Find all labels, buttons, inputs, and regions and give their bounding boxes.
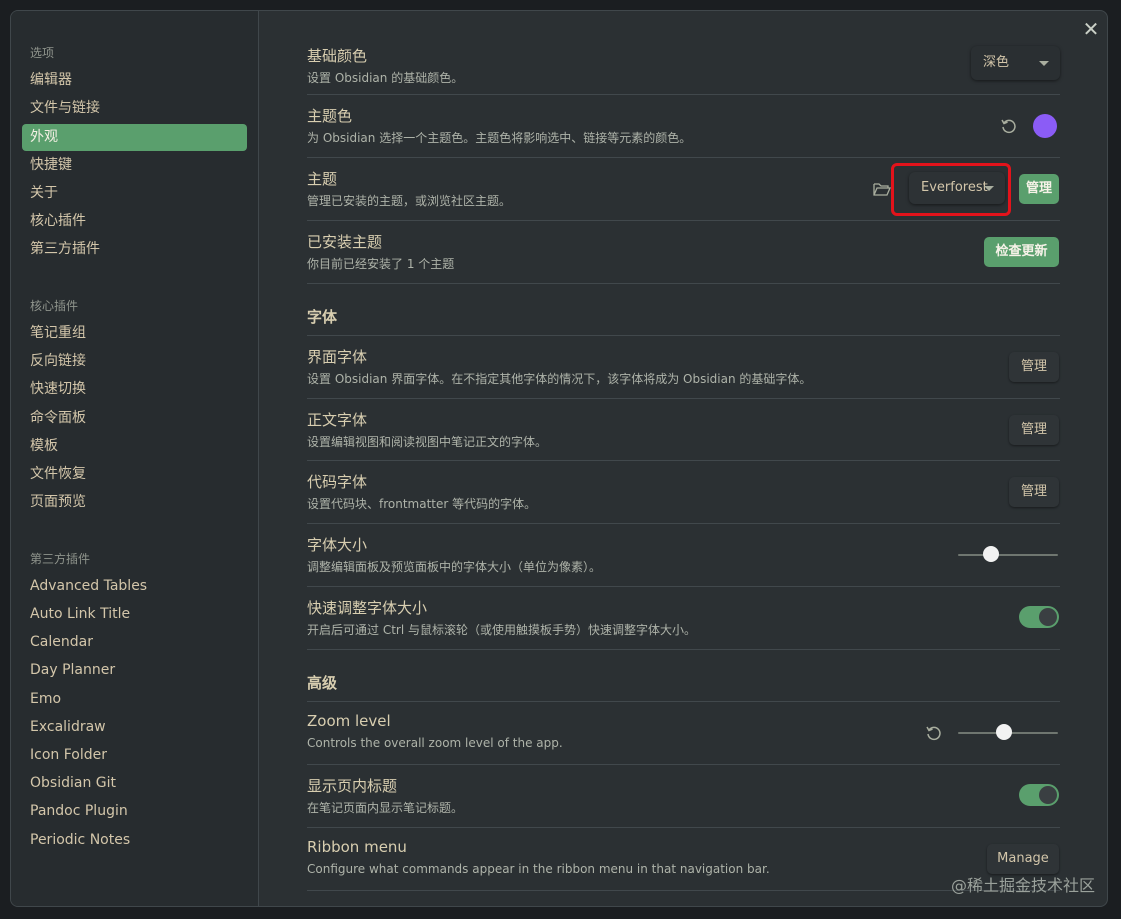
setting-interface-font: 界面字体 设置 Obsidian 界面字体。在不指定其他字体的情况下，该字体将成… bbox=[307, 336, 1060, 399]
close-icon[interactable]: ✕ bbox=[1081, 19, 1101, 39]
setting-desc: 调整编辑面板及预览面板中的字体大小（单位为像素）。 bbox=[307, 560, 602, 574]
sidebar-item-pandoc-plugin[interactable]: Pandoc Plugin bbox=[22, 798, 247, 825]
setting-title: 已安装主题 bbox=[307, 233, 383, 251]
setting-title: 基础颜色 bbox=[307, 47, 368, 65]
sidebar-item-page-preview[interactable]: 页面预览 bbox=[22, 489, 247, 516]
sidebar-item-note-composer[interactable]: 笔记重组 bbox=[22, 320, 247, 347]
sidebar-group-options: 选项 bbox=[30, 46, 55, 60]
setting-desc: 设置代码块、frontmatter 等代码的字体。 bbox=[307, 497, 537, 511]
setting-desc: 为 Obsidian 选择一个主题色。主题色将影响选中、链接等元素的颜色。 bbox=[307, 131, 692, 145]
setting-code-font: 代码字体 设置代码块、frontmatter 等代码的字体。 管理 bbox=[307, 461, 1060, 524]
sidebar-item-appearance[interactable]: 外观 bbox=[22, 124, 247, 151]
setting-installed-themes: 已安装主题 你目前已经安装了 1 个主题 检查更新 bbox=[307, 221, 1060, 284]
chevron-down-icon bbox=[1039, 61, 1049, 66]
manage-code-font-button[interactable]: 管理 bbox=[1009, 477, 1059, 507]
setting-title: 界面字体 bbox=[307, 348, 368, 366]
manage-ribbon-button[interactable]: Manage bbox=[987, 844, 1059, 874]
setting-quick-font-size: 快速调整字体大小 开启后可通过 Ctrl 与鼠标滚轮（或使用触摸板手势）快速调整… bbox=[307, 587, 1060, 650]
setting-font-size: 字体大小 调整编辑面板及预览面板中的字体大小（单位为像素）。 bbox=[307, 524, 1060, 587]
sidebar-item-editor[interactable]: 编辑器 bbox=[22, 67, 247, 94]
sidebar-item-emo[interactable]: Emo bbox=[22, 686, 247, 713]
sidebar-item-quick-switcher[interactable]: 快速切换 bbox=[22, 376, 247, 403]
setting-ribbon-menu: Ribbon menu Configure what commands appe… bbox=[307, 828, 1060, 891]
sidebar-item-obsidian-git[interactable]: Obsidian Git bbox=[22, 770, 247, 797]
manage-interface-font-button[interactable]: 管理 bbox=[1009, 352, 1059, 382]
manage-text-font-button[interactable]: 管理 bbox=[1009, 415, 1059, 445]
quick-font-size-toggle[interactable] bbox=[1019, 606, 1059, 628]
accent-color-swatch[interactable] bbox=[1033, 114, 1057, 138]
setting-title: 字体大小 bbox=[307, 536, 368, 554]
section-title-advanced: 高级 bbox=[307, 674, 338, 692]
sidebar-item-file-recovery[interactable]: 文件恢复 bbox=[22, 461, 247, 488]
reset-icon[interactable] bbox=[925, 724, 943, 742]
sidebar-item-backlinks[interactable]: 反向链接 bbox=[22, 348, 247, 375]
sidebar-item-auto-link-title[interactable]: Auto Link Title bbox=[22, 601, 247, 628]
setting-title: 主题 bbox=[307, 170, 338, 188]
settings-sidebar: 选项 编辑器 文件与链接 外观 快捷键 关于 核心插件 第三方插件 核心插件 笔… bbox=[11, 11, 259, 906]
sidebar-item-command-palette[interactable]: 命令面板 bbox=[22, 405, 247, 432]
setting-title: 正文字体 bbox=[307, 411, 368, 429]
font-size-slider[interactable] bbox=[958, 554, 1058, 556]
setting-desc: 设置 Obsidian 界面字体。在不指定其他字体的情况下，该字体将成为 Obs… bbox=[307, 372, 812, 386]
setting-desc: Configure what commands appear in the ri… bbox=[307, 862, 770, 876]
setting-accent-color: 主题色 为 Obsidian 选择一个主题色。主题色将影响选中、链接等元素的颜色… bbox=[307, 95, 1060, 158]
sidebar-item-files-links[interactable]: 文件与链接 bbox=[22, 95, 247, 122]
reset-icon[interactable] bbox=[1000, 117, 1018, 135]
sidebar-item-templates[interactable]: 模板 bbox=[22, 433, 247, 460]
setting-title: 代码字体 bbox=[307, 473, 368, 491]
settings-modal: 选项 编辑器 文件与链接 外观 快捷键 关于 核心插件 第三方插件 核心插件 笔… bbox=[10, 10, 1108, 907]
sidebar-item-core-plugins[interactable]: 核心插件 bbox=[22, 208, 247, 235]
highlight-annotation bbox=[891, 163, 1011, 216]
setting-desc: 设置编辑视图和阅读视图中笔记正文的字体。 bbox=[307, 435, 548, 449]
setting-title: Zoom level bbox=[307, 712, 391, 730]
setting-inline-title: 显示页内标题 在笔记页面内显示笔记标题。 bbox=[307, 765, 1060, 828]
base-color-value: 深色 bbox=[983, 55, 1010, 70]
zoom-level-slider-handle[interactable] bbox=[996, 724, 1012, 740]
setting-desc: 设置 Obsidian 的基础颜色。 bbox=[307, 71, 464, 85]
setting-desc: Controls the overall zoom level of the a… bbox=[307, 736, 563, 750]
setting-desc: 在笔记页面内显示笔记标题。 bbox=[307, 801, 464, 815]
settings-content: 基础颜色 设置 Obsidian 的基础颜色。 深色 主题色 为 Obsidia… bbox=[307, 11, 1060, 906]
sidebar-item-periodic-notes[interactable]: Periodic Notes bbox=[22, 827, 247, 854]
setting-zoom-level: Zoom level Controls the overall zoom lev… bbox=[307, 702, 1060, 765]
sidebar-item-excalidraw[interactable]: Excalidraw bbox=[22, 714, 247, 741]
setting-text-font: 正文字体 设置编辑视图和阅读视图中笔记正文的字体。 管理 bbox=[307, 399, 1060, 461]
sidebar-item-advanced-tables[interactable]: Advanced Tables bbox=[22, 573, 247, 600]
sidebar-group-third: 第三方插件 bbox=[30, 552, 91, 566]
setting-desc: 开启后可通过 Ctrl 与鼠标滚轮（或使用触摸板手势）快速调整字体大小。 bbox=[307, 623, 696, 637]
setting-desc: 你目前已经安装了 1 个主题 bbox=[307, 257, 455, 271]
font-size-slider-handle[interactable] bbox=[983, 546, 999, 562]
setting-title: 快速调整字体大小 bbox=[307, 599, 428, 617]
sidebar-item-icon-folder[interactable]: Icon Folder bbox=[22, 742, 247, 769]
toggle-knob bbox=[1039, 608, 1057, 626]
toggle-knob bbox=[1039, 786, 1057, 804]
base-color-select[interactable]: 深色 bbox=[971, 46, 1060, 80]
setting-title: 主题色 bbox=[307, 107, 353, 125]
setting-title: Ribbon menu bbox=[307, 838, 407, 856]
setting-title: 显示页内标题 bbox=[307, 777, 398, 795]
sidebar-item-community-plugins[interactable]: 第三方插件 bbox=[22, 236, 247, 263]
inline-title-toggle[interactable] bbox=[1019, 784, 1059, 806]
sidebar-item-hotkeys[interactable]: 快捷键 bbox=[22, 152, 247, 179]
manage-themes-button[interactable]: 管理 bbox=[1019, 174, 1059, 204]
setting-base-color: 基础颜色 设置 Obsidian 的基础颜色。 深色 bbox=[307, 35, 1060, 95]
check-updates-button[interactable]: 检查更新 bbox=[984, 237, 1059, 267]
watermark: @稀土掘金技术社区 bbox=[950, 876, 1095, 895]
sidebar-item-about[interactable]: 关于 bbox=[22, 180, 247, 207]
sidebar-group-core: 核心插件 bbox=[30, 299, 79, 313]
sidebar-item-calendar[interactable]: Calendar bbox=[22, 629, 247, 656]
sidebar-item-day-planner[interactable]: Day Planner bbox=[22, 657, 247, 684]
setting-desc: 管理已安装的主题，或浏览社区主题。 bbox=[307, 194, 512, 208]
folder-open-icon[interactable] bbox=[873, 181, 891, 197]
section-title-font: 字体 bbox=[307, 308, 338, 326]
